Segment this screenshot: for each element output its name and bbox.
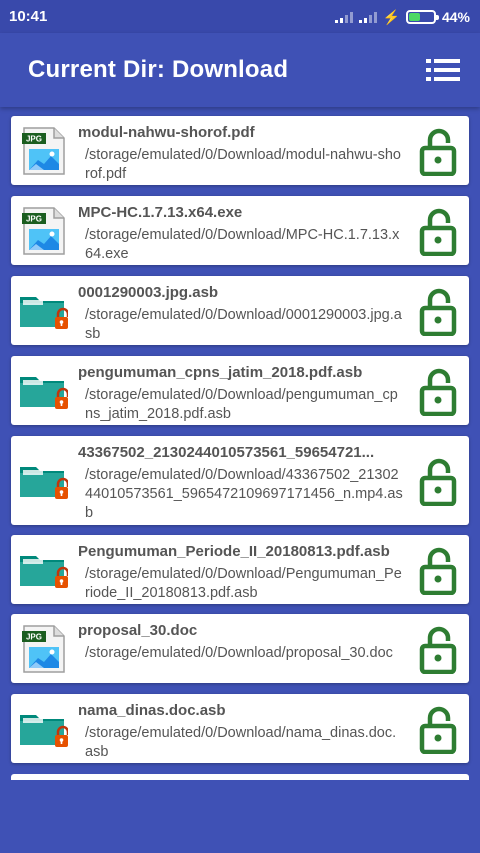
file-path: /storage/emulated/0/Download/modul-nahwu…	[85, 147, 401, 182]
svg-text:JPG: JPG	[26, 214, 42, 223]
file-name: proposal_30.doc	[78, 622, 198, 639]
file-info: 0001290003.jpg.asb/storage/emulated/0/Do…	[71, 276, 407, 345]
locked-folder-icon	[11, 356, 71, 425]
locked-folder-icon	[11, 276, 71, 345]
file-info: MPC-HC.1.7.13.x64.exe/storage/emulated/0…	[71, 196, 407, 265]
file-name: MPC-HC.1.7.13.x64.exe	[78, 204, 243, 221]
file-path: /storage/emulated/0/Download/43367502_21…	[85, 467, 403, 521]
unlocked-padlock-icon[interactable]	[407, 116, 469, 185]
file-path: /storage/emulated/0/Download/pengumuman_…	[85, 387, 398, 422]
jpg-image-file-icon: JPG	[11, 614, 71, 683]
file-name: 0001290003.jpg.asb	[78, 284, 219, 301]
unlocked-padlock-icon[interactable]	[407, 694, 469, 763]
unlocked-padlock-icon[interactable]	[407, 436, 469, 525]
file-path: /storage/emulated/0/Download/proposal_30…	[85, 645, 393, 661]
list-menu-icon[interactable]	[426, 57, 460, 83]
file-info: nama_dinas.doc.asb/storage/emulated/0/Do…	[71, 694, 407, 763]
locked-folder-icon	[11, 694, 71, 763]
page-title: Current Dir: Download	[28, 56, 289, 83]
list-item[interactable]: nama_dinas.doc.asb/storage/emulated/0/Do…	[11, 694, 469, 763]
list-item[interactable]: JPG proposal_30.doc/storage/emulated/0/D…	[11, 614, 469, 683]
file-path: /storage/emulated/0/Download/nama_dinas.…	[85, 725, 397, 760]
battery-percent: 44%	[441, 8, 470, 25]
file-name: modul-nahwu-shorof.pdf	[78, 124, 255, 141]
file-info: proposal_30.doc/storage/emulated/0/Downl…	[71, 614, 407, 683]
app-toolbar: Current Dir: Download	[0, 33, 480, 107]
charging-icon: ⚡	[382, 8, 400, 25]
file-path: /storage/emulated/0/Download/0001290003.…	[85, 307, 402, 342]
file-path: /storage/emulated/0/Download/Pengumuman_…	[85, 566, 402, 601]
file-name: Pengumuman_Periode_II_20180813.pdf.asb	[78, 543, 390, 560]
status-icons: ⚡ 44%	[334, 8, 470, 25]
svg-text:JPG: JPG	[26, 134, 42, 143]
unlocked-padlock-icon[interactable]	[407, 276, 469, 345]
svg-text:JPG: JPG	[26, 632, 42, 641]
file-info: pengumuman_cpns_jatim_2018.pdf.asb/stora…	[71, 356, 407, 425]
unlocked-padlock-icon[interactable]	[407, 614, 469, 683]
unlocked-padlock-icon[interactable]	[407, 196, 469, 265]
file-path: /storage/emulated/0/Download/MPC-HC.1.7.…	[85, 227, 400, 262]
list-item-partial[interactable]	[11, 774, 469, 780]
list-item[interactable]: 43367502_2130244010573561_59654721... /st…	[11, 436, 469, 525]
signal-icon	[358, 11, 377, 23]
list-item[interactable]: 0001290003.jpg.asb/storage/emulated/0/Do…	[11, 276, 469, 345]
unlocked-padlock-icon[interactable]	[407, 356, 469, 425]
file-name: pengumuman_cpns_jatim_2018.pdf.asb	[78, 364, 363, 381]
status-bar: 10:41 ⚡ 44%	[0, 0, 480, 33]
locked-folder-icon	[11, 436, 71, 525]
file-info: Pengumuman_Periode_II_20180813.pdf.asb/s…	[71, 535, 407, 604]
file-info: 43367502_2130244010573561_59654721... /st…	[71, 436, 407, 525]
file-info: modul-nahwu-shorof.pdf/storage/emulated/…	[71, 116, 407, 185]
unlocked-padlock-icon[interactable]	[407, 535, 469, 604]
list-item[interactable]: pengumuman_cpns_jatim_2018.pdf.asb/stora…	[11, 356, 469, 425]
jpg-image-file-icon: JPG	[11, 116, 71, 185]
list-item[interactable]: Pengumuman_Periode_II_20180813.pdf.asb/s…	[11, 535, 469, 604]
list-item[interactable]: JPG MPC-HC.1.7.13.x64.exe/storage/emulat…	[11, 196, 469, 265]
file-name: 43367502_2130244010573561_59654721...	[78, 444, 375, 461]
signal-icon	[334, 11, 353, 23]
status-time: 10:41	[9, 8, 48, 25]
file-name: nama_dinas.doc.asb	[78, 702, 226, 719]
list-item[interactable]: JPG modul-nahwu-shorof.pdf/storage/emula…	[11, 116, 469, 185]
locked-folder-icon	[11, 535, 71, 604]
jpg-image-file-icon: JPG	[11, 196, 71, 265]
battery-icon	[405, 9, 439, 24]
